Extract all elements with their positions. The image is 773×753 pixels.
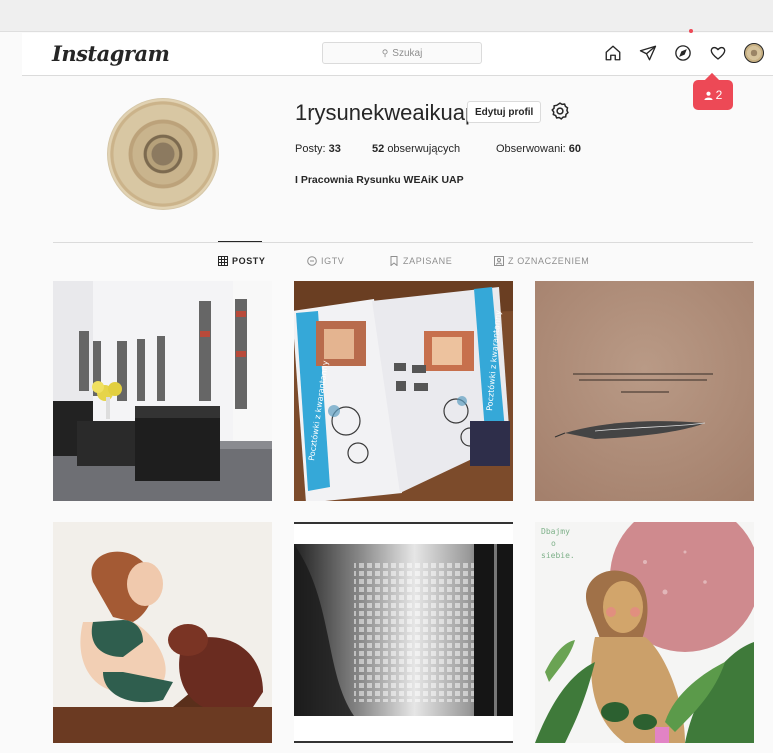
profile-picture[interactable] <box>107 98 219 210</box>
search-icon: ⚲ <box>381 47 389 58</box>
post-tile-plants[interactable]: Dbajmy o siebie. <box>535 522 754 743</box>
explore-icon[interactable] <box>674 44 692 62</box>
follower-icon <box>704 91 713 100</box>
following-stat[interactable]: Obserwowani: 60 <box>496 143 581 155</box>
home-icon[interactable] <box>604 44 622 62</box>
tab-posts[interactable]: POSTY <box>218 256 266 266</box>
tab-tagged[interactable]: Z OZNACZENIEM <box>494 256 589 266</box>
profile-username: 1rysunekweaikuap <box>295 100 478 125</box>
activity-heart-icon[interactable] <box>709 44 727 62</box>
igtv-icon <box>307 256 317 266</box>
post-tile-feather[interactable] <box>535 281 754 501</box>
tabs-divider <box>53 242 753 243</box>
post-plants-text-2: o <box>551 539 556 548</box>
posts-count: 33 <box>328 143 341 155</box>
tab-igtv-label: IGTV <box>321 256 345 266</box>
post-tile-illustration-dog[interactable] <box>53 522 272 743</box>
notification-dot <box>689 29 693 33</box>
post-image <box>535 281 754 501</box>
post-tile-postcards[interactable]: Pocztówki z kwarantanny Pocztówki z kwar… <box>294 281 513 501</box>
post-plants-text-3: siebie. <box>541 551 575 560</box>
search-placeholder: Szukaj <box>392 47 423 59</box>
post-image: Pocztówki z kwarantanny Pocztówki z kwar… <box>294 281 513 501</box>
tab-tagged-label: Z OZNACZENIEM <box>508 256 590 266</box>
notification-count: 2 <box>715 88 723 102</box>
post-image: Dbajmy o siebie. <box>535 522 754 743</box>
edit-profile-button[interactable]: Edytuj profil <box>467 101 542 123</box>
search-input[interactable]: ⚲ Szukaj <box>322 42 482 64</box>
direct-icon[interactable] <box>639 44 657 62</box>
following-label: Obserwowani: <box>496 143 566 155</box>
posts-grid: Pocztówki z kwarantanny Pocztówki z kwar… <box>53 281 754 743</box>
browser-toolbar <box>0 0 773 32</box>
tab-posts-label: POSTY <box>232 256 266 266</box>
followers-count: 52 <box>372 143 385 155</box>
profile-avatar[interactable] <box>744 43 764 63</box>
notification-badge[interactable]: 2 <box>693 80 733 110</box>
post-image <box>294 522 513 743</box>
nav-icons <box>604 43 764 63</box>
bookmark-icon <box>390 256 398 266</box>
settings-gear-icon[interactable] <box>550 101 570 121</box>
tab-saved-label: ZAPISANE <box>403 256 453 266</box>
posts-label: Posty: <box>295 143 326 155</box>
followers-label: obserwujących <box>387 143 461 155</box>
post-plants-text-1: Dbajmy <box>541 527 570 536</box>
post-tile-gallery[interactable] <box>53 281 272 501</box>
tab-saved[interactable]: ZAPISANE <box>389 256 452 266</box>
grid-icon <box>218 256 228 266</box>
profile-stats: Posty: 33 52 obserwujących Obserwowani: … <box>295 143 581 155</box>
tab-igtv[interactable]: IGTV <box>307 256 344 266</box>
post-image <box>53 522 272 743</box>
tag-icon <box>494 256 504 266</box>
post-image <box>53 281 272 501</box>
following-count: 60 <box>568 143 582 155</box>
post-tile-curtain[interactable] <box>294 522 513 743</box>
posts-stat: Posty: 33 <box>295 143 372 155</box>
profile-tabs: POSTY IGTV ZAPISANE Z OZNACZENIEM <box>0 256 773 270</box>
followers-stat[interactable]: 52 obserwujących <box>372 143 496 155</box>
instagram-logo[interactable]: Instagram <box>52 41 170 66</box>
top-navigation-bar: Instagram ⚲ Szukaj <box>22 33 773 76</box>
active-tab-indicator <box>218 241 262 242</box>
profile-bio: I Pracownia Rysunku WEAiK UAP <box>295 174 464 186</box>
